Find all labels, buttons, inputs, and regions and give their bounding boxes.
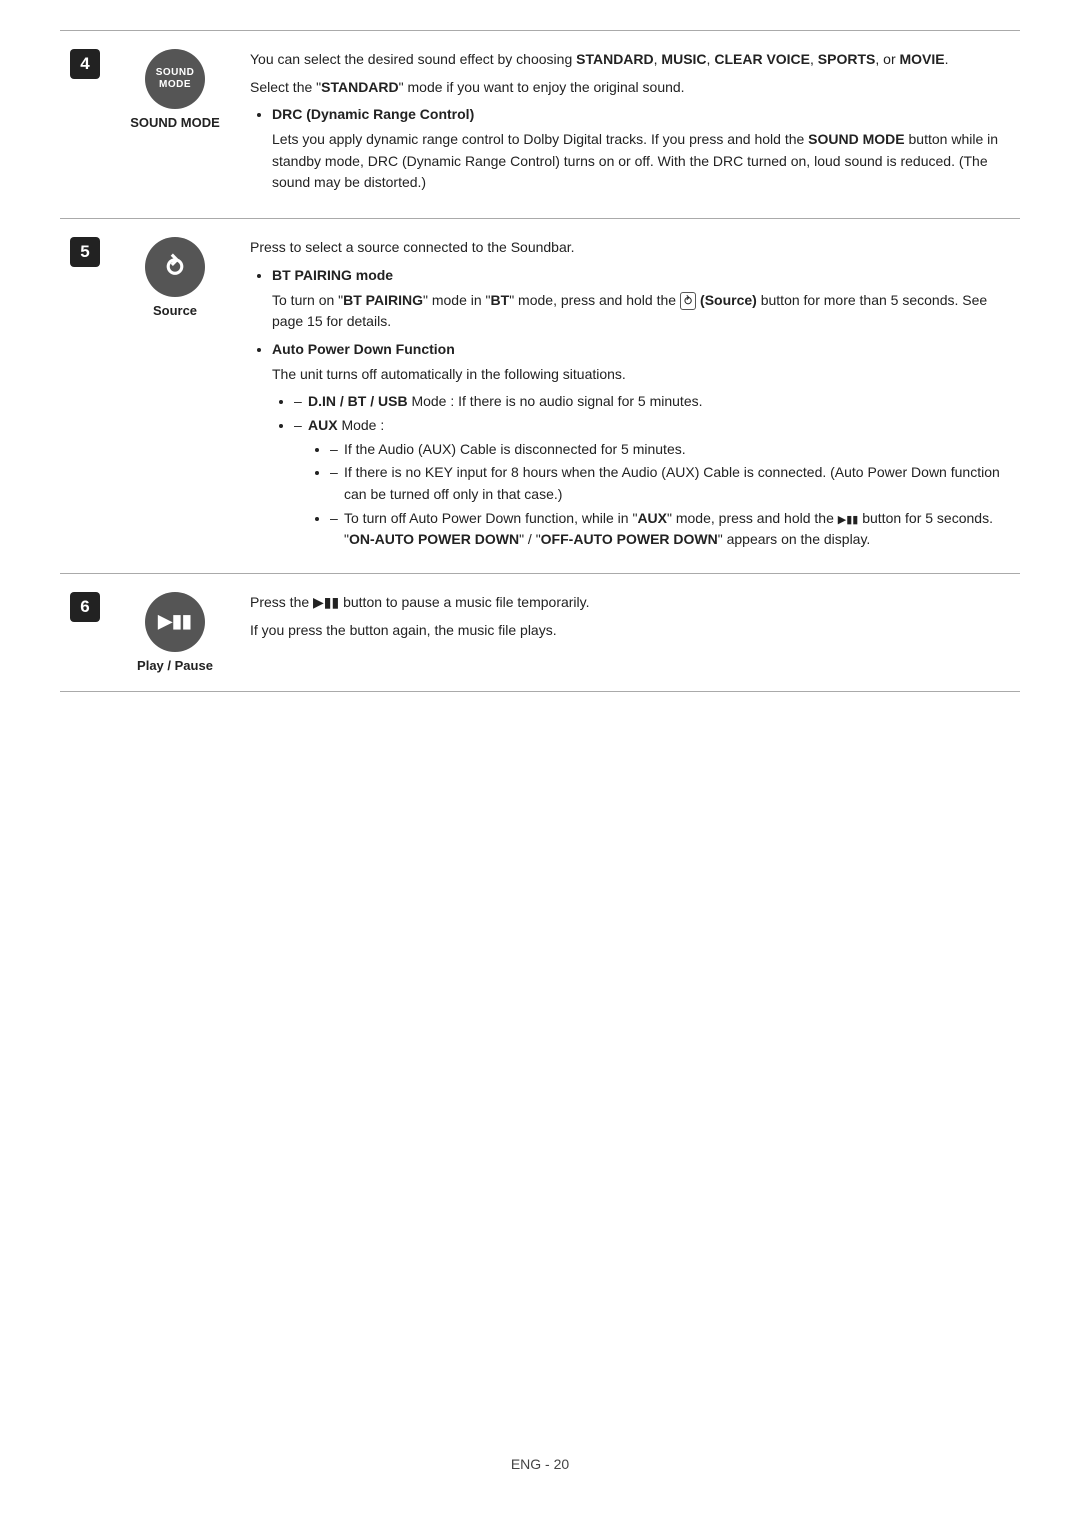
sound-mode-desc-2: Select the "STANDARD" mode if you want t…: [250, 77, 1010, 99]
source-arrow-icon: ⥁: [166, 252, 184, 283]
auto-power-desc: The unit turns off automatically in the …: [272, 364, 1010, 386]
aux-sub-list: If the Audio (AUX) Cable is disconnected…: [308, 439, 1010, 551]
row-number-badge: 6: [70, 592, 100, 622]
row-number-cell: 6: [60, 574, 110, 692]
drc-bullet: DRC (Dynamic Range Control) Lets you app…: [272, 104, 1010, 194]
table-row: 5 ⥁ Source Press to select a source conn…: [60, 219, 1020, 574]
bt-pairing-desc: To turn on "BT PAIRING" mode in "BT" mod…: [272, 290, 1010, 333]
sound-mode-button-icon: SOUNDMODE: [145, 49, 205, 109]
table-row: 6 ▶▮▮ Play / Pause Press the ▶▮▮ button …: [60, 574, 1020, 692]
sound-mode-bullet-list: DRC (Dynamic Range Control) Lets you app…: [250, 104, 1010, 194]
play-pause-desc-1: Press the ▶▮▮ button to pause a music fi…: [250, 592, 1010, 614]
row-number-badge: 4: [70, 49, 100, 79]
din-bt-usb-item: D.IN / BT / USB Mode : If there is no au…: [294, 391, 1010, 413]
play-pause-button-icon: ▶▮▮: [145, 592, 205, 652]
source-button-icon: ⥁: [145, 237, 205, 297]
play-pause-label: Play / Pause: [120, 658, 230, 673]
manual-table: 4 SOUNDMODE SOUND MODE You can select th…: [60, 30, 1020, 692]
aux-mode-item: AUX Mode : If the Audio (AUX) Cable is d…: [294, 415, 1010, 551]
auto-power-situations-list: D.IN / BT / USB Mode : If there is no au…: [272, 391, 1010, 551]
play-pause-content: Press the ▶▮▮ button to pause a music fi…: [240, 574, 1020, 692]
sound-mode-content: You can select the desired sound effect …: [240, 31, 1020, 219]
drc-desc: Lets you apply dynamic range control to …: [272, 129, 1010, 194]
row-number-cell: 4: [60, 31, 110, 219]
aux-turn-off-item: To turn off Auto Power Down function, wh…: [330, 508, 1010, 551]
source-content: Press to select a source connected to th…: [240, 219, 1020, 574]
sound-mode-label: SOUND MODE: [120, 115, 230, 130]
page-number: ENG - 20: [511, 1456, 569, 1472]
aux-no-key-item: If there is no KEY input for 8 hours whe…: [330, 462, 1010, 505]
aux-disconnected-item: If the Audio (AUX) Cable is disconnected…: [330, 439, 1010, 461]
source-desc-1: Press to select a source connected to th…: [250, 237, 1010, 259]
icon-cell-play-pause: ▶▮▮ Play / Pause: [110, 574, 240, 692]
auto-power-down-bullet: Auto Power Down Function The unit turns …: [272, 339, 1010, 551]
bt-pairing-bullet: BT PAIRING mode To turn on "BT PAIRING" …: [272, 265, 1010, 333]
source-bullet-list: BT PAIRING mode To turn on "BT PAIRING" …: [250, 265, 1010, 551]
row-number-cell: 5: [60, 219, 110, 574]
page-footer: ENG - 20: [60, 1456, 1020, 1472]
row-number-badge: 5: [70, 237, 100, 267]
play-pause-desc-2: If you press the button again, the music…: [250, 620, 1010, 642]
icon-cell-source: ⥁ Source: [110, 219, 240, 574]
icon-cell-sound-mode: SOUNDMODE SOUND MODE: [110, 31, 240, 219]
source-label: Source: [120, 303, 230, 318]
sound-mode-desc-1: You can select the desired sound effect …: [250, 49, 1010, 71]
table-row: 4 SOUNDMODE SOUND MODE You can select th…: [60, 31, 1020, 219]
